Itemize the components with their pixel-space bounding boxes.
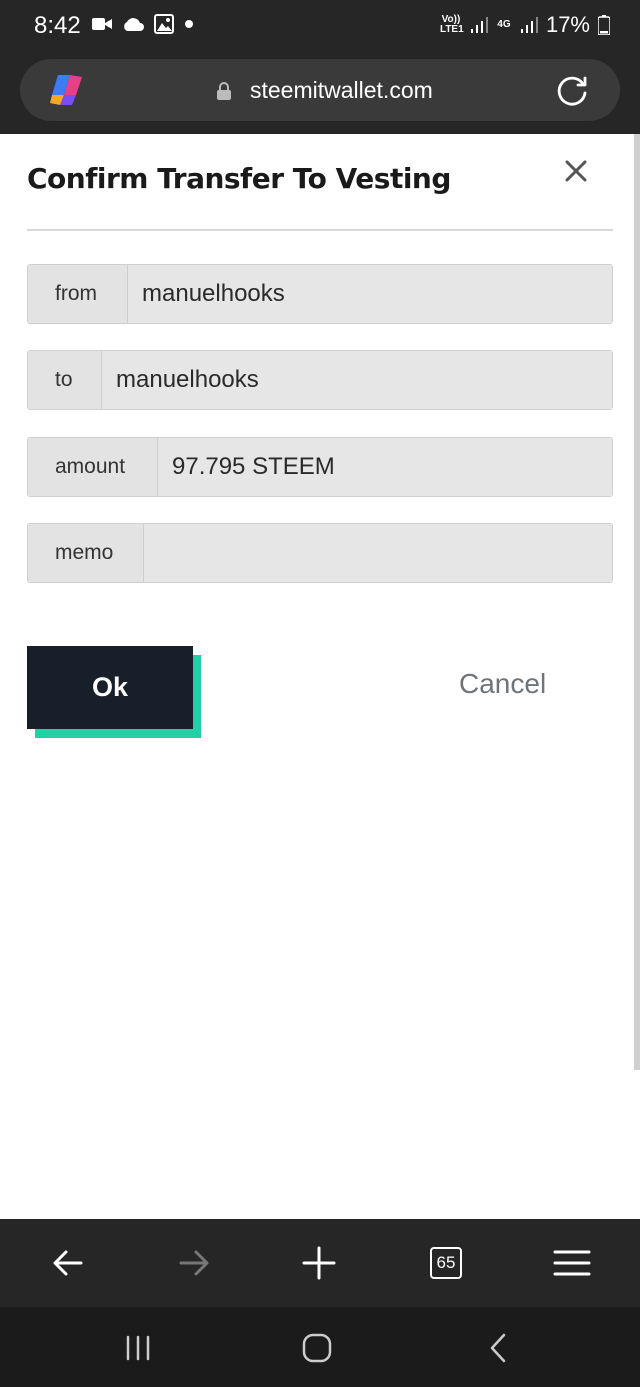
battery-percentage: 17% — [545, 12, 590, 37]
menu-icon[interactable] — [552, 1243, 592, 1283]
battery-icon — [598, 15, 610, 35]
from-field[interactable]: manuelhooks — [128, 265, 612, 323]
dot-icon — [185, 20, 193, 28]
from-field-row: from manuelhooks — [27, 264, 613, 324]
url-text[interactable]: steemitwallet.com — [250, 77, 433, 104]
back-icon[interactable] — [480, 1331, 516, 1365]
memo-label: memo — [28, 524, 144, 582]
amount-field[interactable]: 97.795 STEEM — [158, 438, 612, 496]
close-icon[interactable] — [563, 158, 589, 184]
back-arrow-icon[interactable] — [48, 1243, 88, 1283]
modal-divider — [27, 229, 613, 231]
from-label: from — [28, 265, 128, 323]
page-scrollbar[interactable] — [634, 134, 640, 1070]
cancel-button[interactable]: Cancel — [459, 668, 546, 700]
modal-title: Confirm Transfer To Vesting — [27, 162, 451, 195]
tabs-counter-icon[interactable]: 65 — [430, 1247, 462, 1279]
status-bar: 8:42 Vo)) LTE1 4G 17% — [0, 0, 640, 52]
memo-field-row: memo — [27, 523, 613, 583]
home-icon[interactable] — [299, 1331, 335, 1365]
to-field-row: to manuelhooks — [27, 350, 613, 410]
ok-button[interactable]: Ok — [27, 646, 193, 729]
system-navigation-bar — [0, 1307, 640, 1387]
cloud-icon — [124, 18, 144, 31]
reload-icon[interactable] — [554, 73, 590, 109]
status-icons-left — [92, 14, 194, 34]
amount-label: amount — [28, 438, 158, 496]
network-label-2: 4G — [497, 19, 511, 30]
lock-icon — [217, 82, 231, 100]
recent-apps-icon[interactable] — [120, 1331, 156, 1365]
to-field[interactable]: manuelhooks — [102, 351, 612, 409]
new-tab-plus-icon[interactable] — [299, 1243, 339, 1283]
image-icon — [154, 14, 174, 34]
url-field[interactable]: steemitwallet.com — [20, 59, 620, 121]
ok-button-wrapper: Ok — [27, 646, 202, 738]
signal-icon — [520, 17, 538, 33]
copilot-icon[interactable] — [48, 73, 86, 107]
network-label-1: Vo)) LTE1 — [439, 14, 464, 35]
to-label: to — [28, 351, 102, 409]
browser-address-bar: steemitwallet.com — [0, 52, 640, 134]
memo-field[interactable] — [144, 524, 612, 582]
status-icons-right: Vo)) LTE1 4G 17% — [440, 12, 610, 38]
amount-field-row: amount 97.795 STEEM — [27, 437, 613, 497]
video-camera-icon — [92, 18, 112, 30]
status-time: 8:42 — [34, 12, 81, 39]
forward-arrow-icon[interactable] — [174, 1243, 214, 1283]
browser-toolbar: 65 — [0, 1219, 640, 1307]
signal-icon — [470, 17, 488, 33]
